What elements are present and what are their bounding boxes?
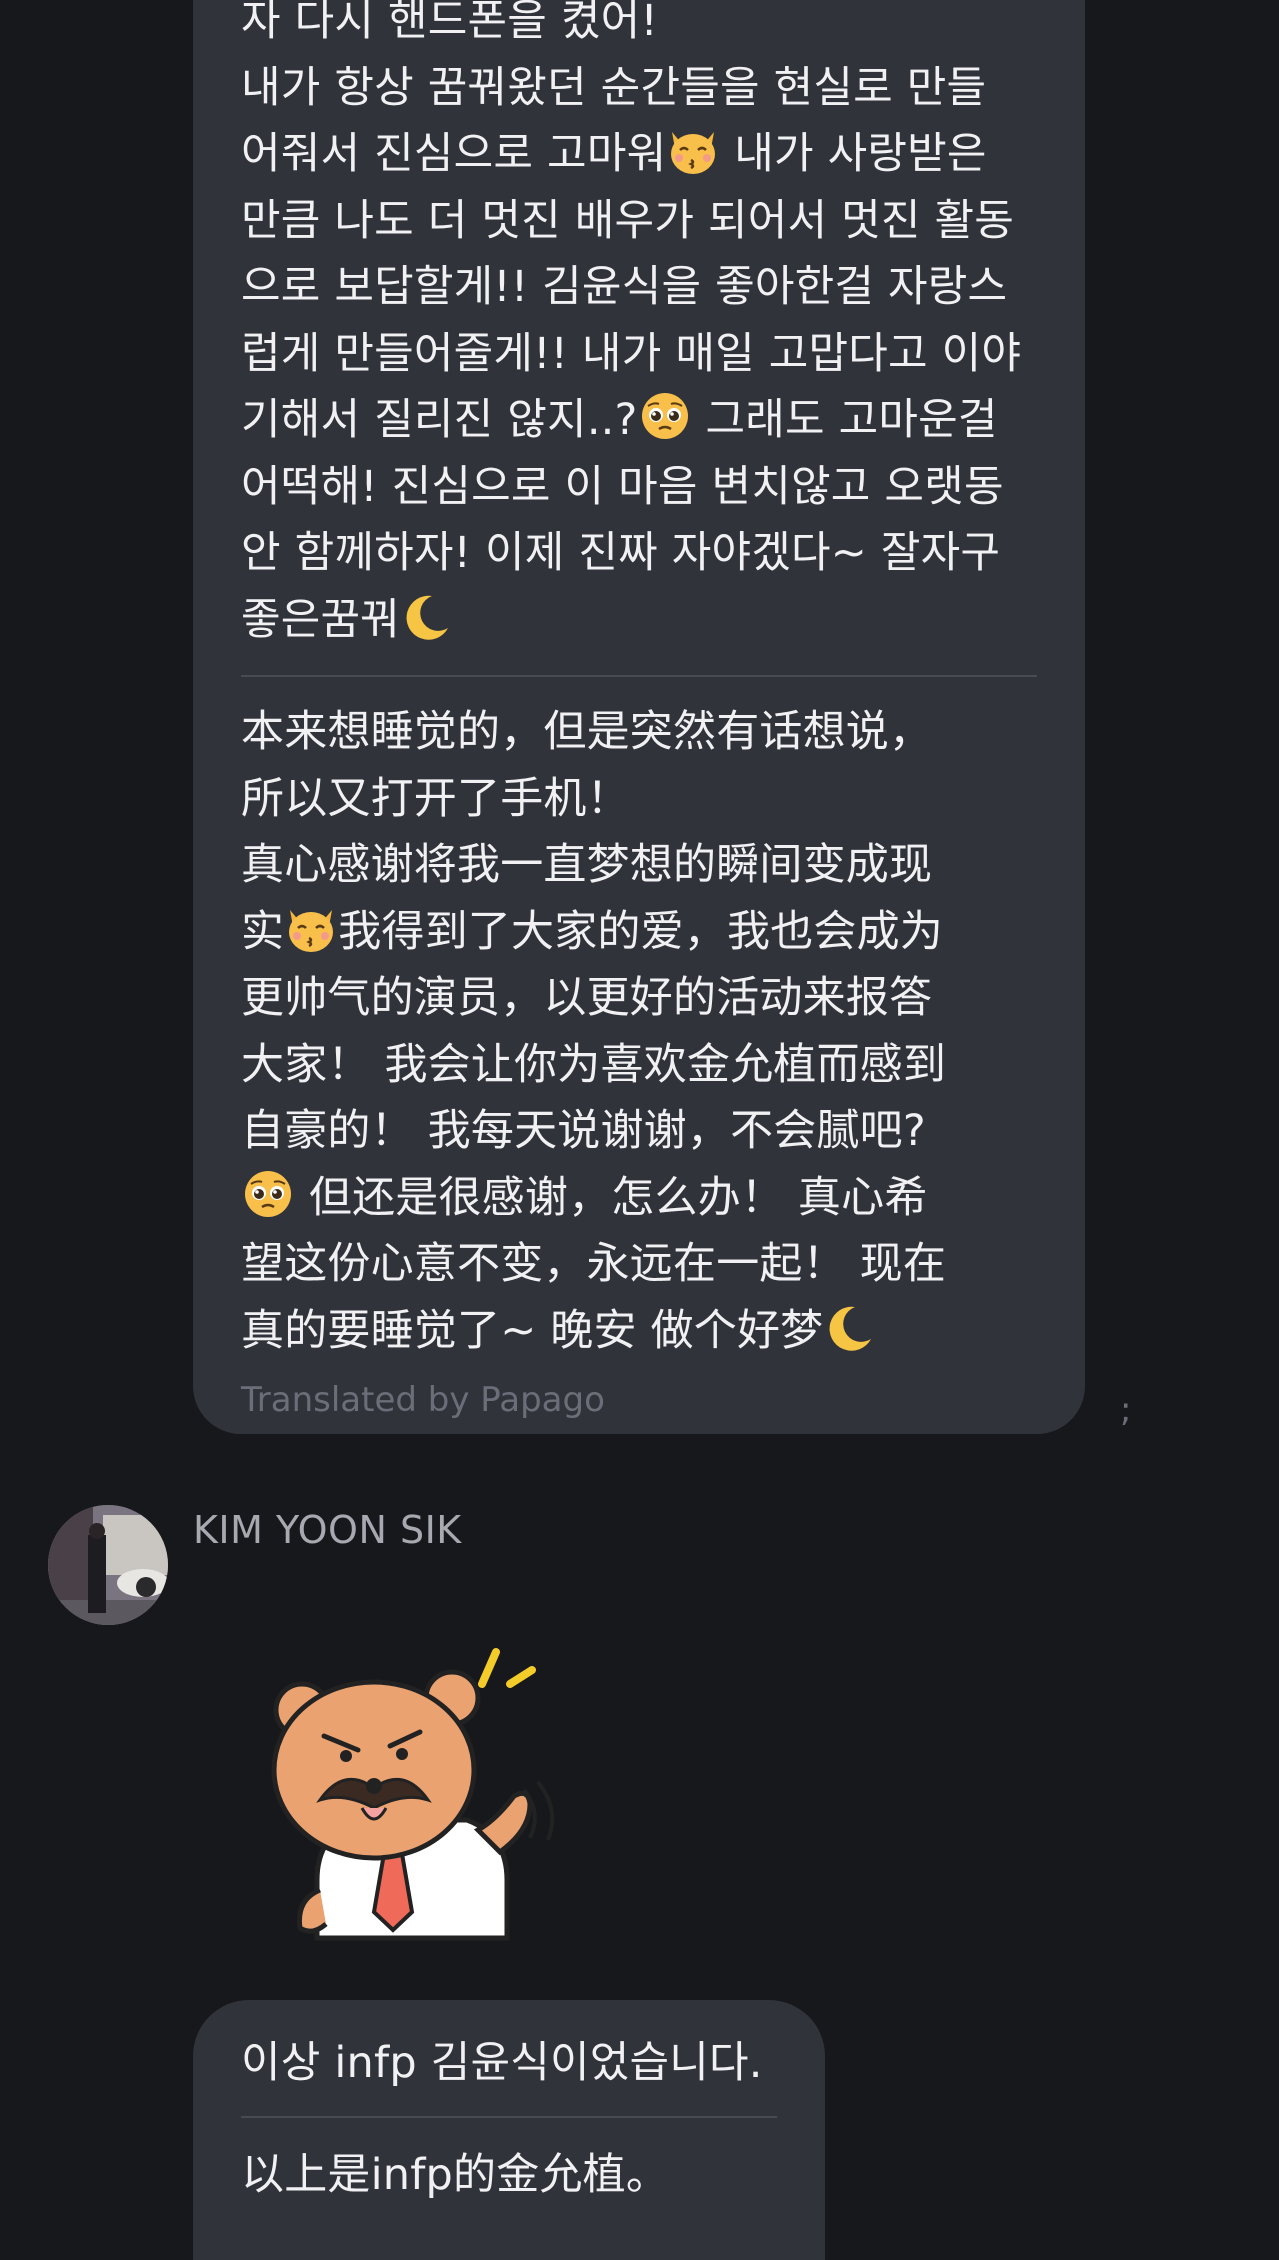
message-chinese-text: 以上是infp的金允植。 bbox=[241, 2150, 670, 2200]
kissing-cat-emoji-icon bbox=[289, 909, 334, 952]
translation-divider bbox=[241, 2116, 777, 2118]
translated-by-label: Translated by Papago bbox=[241, 1380, 605, 1420]
message-bubble-bottom[interactable]: 이상 infp 김윤식이었습니다. 以上是infp的金允植。 bbox=[193, 2000, 825, 2260]
kissing-cat-emoji-icon bbox=[671, 132, 716, 174]
avatar[interactable] bbox=[48, 1505, 168, 1625]
pleading-face-emoji-icon bbox=[641, 393, 688, 439]
crescent-moon-icon bbox=[829, 1306, 872, 1351]
message-bubble-top[interactable]: 자 다시 핸드폰을 켰어! 내가 항상 꿈꿔왔던 순간들을 현실로 만들 어줘서… bbox=[193, 0, 1085, 1434]
bear-mustache-sticker-icon[interactable] bbox=[262, 1640, 562, 1950]
sender-name: KIM YOON SIK bbox=[193, 1508, 462, 1552]
crescent-moon-icon bbox=[406, 595, 449, 640]
profile-photo-icon bbox=[48, 1505, 168, 1625]
message-korean-text: 이상 infp 김윤식이었습니다. bbox=[241, 2038, 763, 2088]
partial-offscreen-text: ; bbox=[1120, 1390, 1132, 1430]
translation-divider bbox=[241, 675, 1037, 677]
message-korean-text: 내가 항상 꿈꿔왔던 순간들을 현실로 만들 어줘서 진심으로 고마워 내가 사… bbox=[241, 62, 1022, 645]
pleading-face-emoji-icon bbox=[245, 1170, 291, 1217]
message-partial-line: 자 다시 핸드폰을 켰어! bbox=[241, 0, 658, 46]
message-chinese-text: 本来想睡觉的，但是突然有话想说， 所以又打开了手机！ 真心感谢将我一直梦想的瞬间… bbox=[241, 707, 947, 1356]
